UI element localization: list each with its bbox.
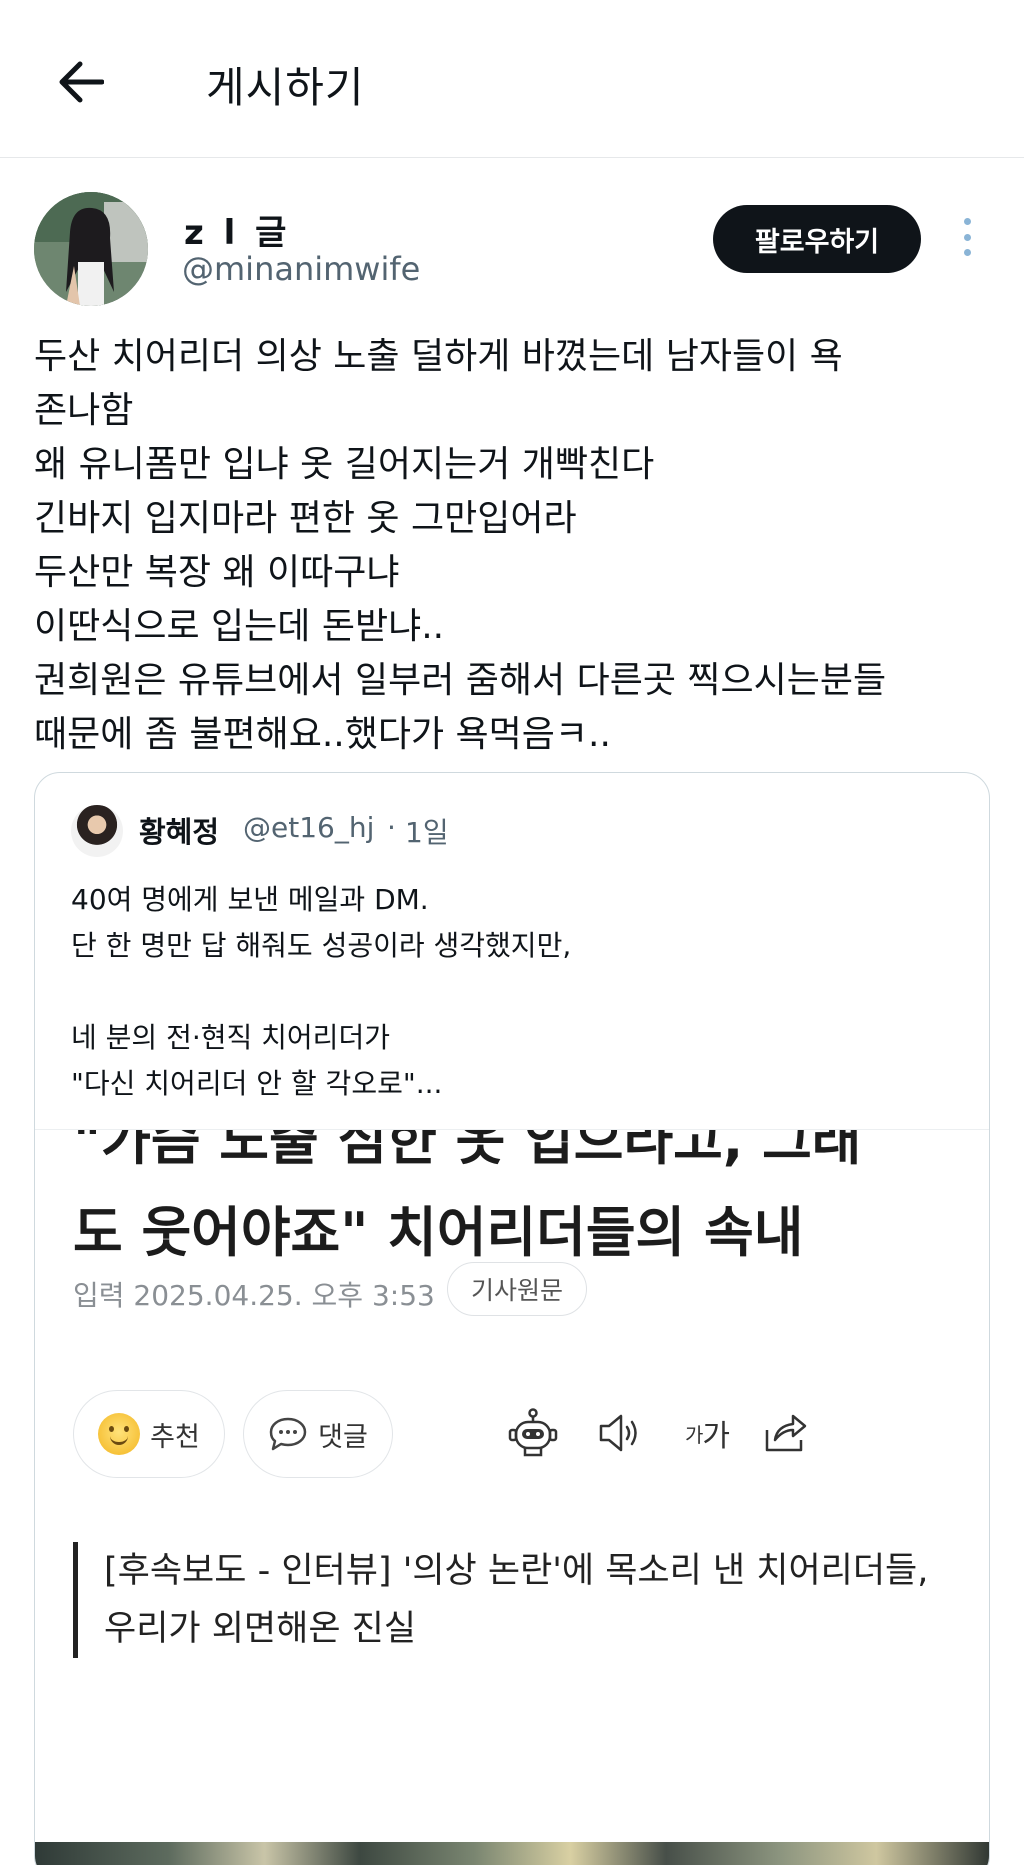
recommend-button: 추천 [73,1390,225,1478]
top-app-bar: 게시하기 [0,0,1024,158]
quote-author-handle: @et16_hj [243,811,375,844]
post-text: 두산 치어리더 의상 노출 덜하게 바꼈는데 남자들이 욕 존나함 왜 유니폼만… [34,336,887,755]
article-photo [35,1842,989,1865]
quote-timestamp: 1일 [405,816,449,849]
comment-label: 댓글 [318,1421,368,1453]
article-headline-line1: "가슴 노출 심한 옷 입으라고, 그래 [73,1130,862,1172]
avatar-photo [34,192,148,306]
avatar[interactable] [34,192,148,306]
more-options-button[interactable] [952,212,982,262]
smiley-icon [98,1413,141,1455]
article-headline-line2: 도 웃어야죠" 치어리더들의 속내 [73,1201,804,1264]
article-summary: [후속보도 - 인터뷰] '의상 논란'에 목소리 낸 치어리더들, 우리가 외… [73,1542,933,1658]
speaker-icon [599,1414,637,1452]
font-size-button: 가가 [665,1398,749,1468]
page-title: 게시하기 [206,63,365,112]
share-button [755,1398,815,1468]
recommend-label: 추천 [150,1421,200,1453]
back-button[interactable] [50,52,110,112]
more-vertical-icon [963,218,971,225]
font-size-small-label: 가 [684,1422,703,1447]
author-handle[interactable]: @minanimwife [182,250,420,288]
article-date: 입력 2025.04.25. 오후 3:53 [73,1279,435,1312]
robot-icon [508,1408,558,1457]
quote-author-name: 황혜정 [139,815,220,849]
original-article-button: 기사원문 [447,1262,587,1316]
arrow-left-icon [59,61,104,103]
comment-button: 댓글 [243,1390,393,1478]
follow-button[interactable]: 팔로우하기 [713,205,921,273]
author-display-name[interactable]: z l 글 [184,205,290,254]
comment-bubble-icon [269,1417,307,1451]
share-icon [765,1414,807,1452]
article-screenshot: "가슴 노출 심한 옷 입으라고, 그래 도 웃어야죠" 치어리더들의 속내 입… [35,1129,989,1865]
font-size-big-label: 가 [702,1419,730,1454]
quote-author-avatar [71,805,123,857]
quote-separator: · [387,811,396,844]
article-headline-line1-clip: "가슴 노출 심한 옷 입으라고, 그래 [73,1130,953,1186]
quoted-post-card[interactable]: 황혜정 @et16_hj · 1일 40여 명에게 보낸 메일과 DM. 단 한… [34,772,990,1865]
text-to-speech-button [589,1398,649,1468]
summary-bot-button [503,1398,563,1468]
quote-text: 40여 명에게 보낸 메일과 DM. 단 한 명만 답 해줘도 성공이라 생각했… [71,883,572,1100]
